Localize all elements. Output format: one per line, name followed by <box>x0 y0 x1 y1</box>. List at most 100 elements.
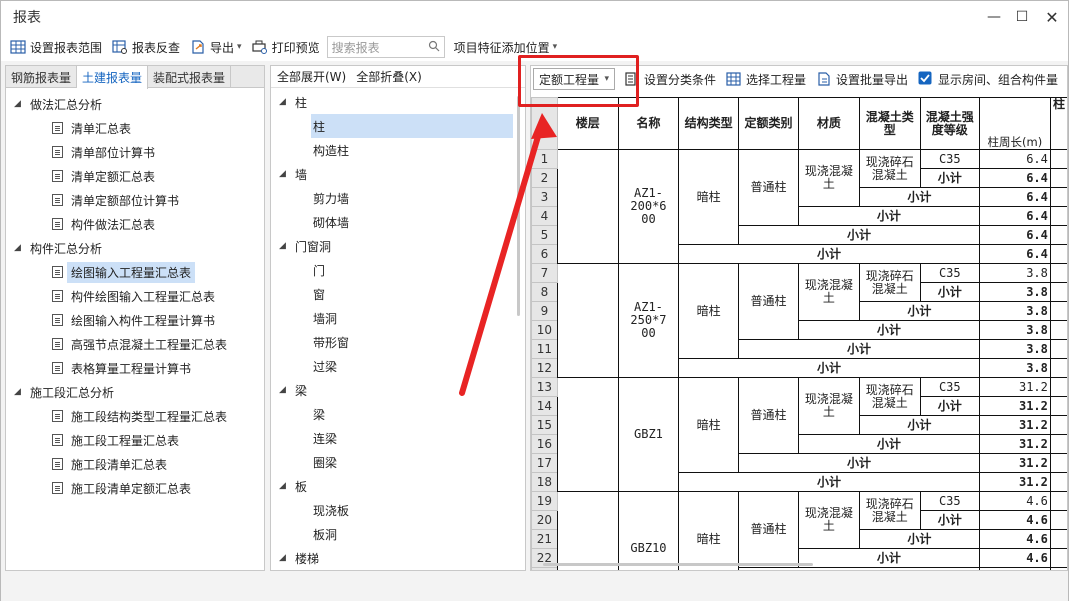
row-number[interactable]: 18 <box>531 472 558 492</box>
table-row[interactable]: 13 GBZ1 暗柱 普通柱 现浇混凝土现浇碎石 混凝土 C35 31.2 <box>531 377 1067 492</box>
grid-cell[interactable] <box>1049 377 1067 397</box>
grid-cell[interactable] <box>1049 510 1067 530</box>
tree-item-selected[interactable]: 绘图输入工程量汇总表 <box>6 260 264 284</box>
grid-cell[interactable] <box>1049 567 1067 570</box>
grid-cell[interactable] <box>1049 244 1067 264</box>
row-number[interactable]: 20 <box>531 510 558 530</box>
tree-subitem[interactable]: 墙洞 <box>271 306 525 330</box>
tree-item[interactable]: 表格算量工程量计算书 <box>6 356 264 380</box>
row-number[interactable]: 21 <box>531 529 558 549</box>
subtotal-cell[interactable]: 小计 <box>858 415 980 435</box>
value-cell[interactable]: 31.2 <box>978 377 1051 397</box>
tree-item[interactable]: 清单汇总表 <box>6 116 264 140</box>
tree-item[interactable]: 绘图输入构件工程量计算书 <box>6 308 264 332</box>
grid-cell[interactable] <box>1049 187 1067 207</box>
subtotal-cell[interactable]: 小计 <box>678 244 980 264</box>
struct-type-cell[interactable]: 暗柱 <box>678 149 740 245</box>
grid-cell[interactable] <box>1049 320 1067 340</box>
row-number[interactable]: 10 <box>531 320 558 340</box>
subtotal-cell[interactable]: 小计 <box>919 168 980 188</box>
material-cell[interactable]: 现浇混凝土 <box>797 263 860 321</box>
subtotal-cell[interactable]: 小计 <box>858 301 980 321</box>
grid-cell[interactable] <box>1049 415 1067 435</box>
tab-civil-report[interactable]: 土建报表量 <box>77 66 149 89</box>
tree-subitem[interactable]: 带形窗 <box>271 330 525 354</box>
grid-cell[interactable] <box>1049 225 1067 245</box>
collapse-triangle-icon[interactable]: ◢ <box>14 387 30 397</box>
tree-category[interactable]: ◢ 板 <box>271 474 525 498</box>
grid-cell[interactable] <box>1049 548 1067 568</box>
quota-type-cell[interactable]: 普通柱 <box>738 149 799 226</box>
column-header[interactable]: 定额类别 <box>738 97 799 150</box>
tree-item[interactable]: 清单部位计算书 <box>6 140 264 164</box>
tree-item[interactable]: 施工段工程量汇总表 <box>6 428 264 452</box>
grid-cell[interactable] <box>1049 168 1067 188</box>
subtotal-cell[interactable]: 小计 <box>678 358 980 378</box>
grid-cell[interactable] <box>1049 358 1067 378</box>
tree-subitem[interactable]: 门 <box>271 258 525 282</box>
tree-item[interactable]: 构件做法汇总表 <box>6 212 264 236</box>
tree-subitem[interactable]: 圈梁 <box>271 450 525 474</box>
collapse-triangle-icon[interactable]: ◢ <box>279 553 295 563</box>
grid-cell[interactable] <box>1049 339 1067 359</box>
subtotal-cell[interactable]: 小计 <box>858 187 980 207</box>
row-number[interactable]: 1 <box>531 149 558 169</box>
struct-type-cell[interactable]: 暗柱 <box>678 491 740 570</box>
row-number[interactable]: 12 <box>531 358 558 378</box>
tree-item[interactable]: 清单定额汇总表 <box>6 164 264 188</box>
floor-cell[interactable] <box>556 377 619 492</box>
grid-cell[interactable] <box>1049 396 1067 416</box>
subtotal-cell[interactable]: 小计 <box>858 529 980 549</box>
floor-cell[interactable] <box>556 263 619 378</box>
tree-category[interactable]: ◢ 墙 <box>271 162 525 186</box>
grade-cell[interactable]: C35 <box>919 149 980 169</box>
tree-item[interactable]: 施工段清单汇总表 <box>6 452 264 476</box>
material-cell[interactable]: 现浇混凝土 <box>797 149 860 207</box>
value-cell[interactable]: 4.6 <box>978 567 1051 570</box>
table-row[interactable]: 1 AZ1-200*6 00 暗柱 普通柱 现浇混凝土现浇碎石 混凝土 C35 6.4 <box>531 149 1067 264</box>
grid-cell[interactable] <box>1049 453 1067 473</box>
subtotal-cell[interactable]: 小计 <box>678 472 980 492</box>
value-cell[interactable]: 4.6 <box>978 548 1051 568</box>
subtotal-cell[interactable]: 小计 <box>738 225 980 245</box>
material-cell[interactable]: 现浇混凝土 <box>797 491 860 549</box>
grid-cell[interactable] <box>1049 301 1067 321</box>
value-cell[interactable]: 6.4 <box>978 168 1051 188</box>
subtotal-cell[interactable]: 小计 <box>919 396 980 416</box>
name-cell[interactable]: GBZ1 <box>617 377 680 492</box>
row-number[interactable]: 15 <box>531 415 558 435</box>
choose-quantity-button[interactable]: 选择工程量 <box>723 67 809 91</box>
concrete-type-cell[interactable]: 现浇碎石 混凝土 <box>858 149 921 188</box>
export-button[interactable]: 导出 ▾ <box>187 35 245 59</box>
grid-cell[interactable] <box>1049 434 1067 454</box>
concrete-type-cell[interactable]: 现浇碎石 混凝土 <box>858 491 921 530</box>
row-number[interactable]: 23 <box>531 567 558 570</box>
subtotal-cell[interactable]: 小计 <box>738 339 980 359</box>
grid-cell[interactable] <box>1049 282 1067 302</box>
value-cell[interactable]: 4.6 <box>978 510 1051 530</box>
value-cell[interactable]: 3.8 <box>978 320 1051 340</box>
expand-all-button[interactable]: 全部展开(W) <box>277 68 346 85</box>
row-number[interactable]: 3 <box>531 187 558 207</box>
search-icon[interactable] <box>428 40 440 55</box>
grid-cell[interactable] <box>1049 263 1067 283</box>
subtotal-cell[interactable]: 小计 <box>797 320 980 340</box>
subtotal-cell[interactable]: 小计 <box>797 434 980 454</box>
tree-group-segment-summary[interactable]: ◢ 施工段汇总分析 <box>6 380 264 404</box>
quota-type-cell[interactable]: 普通柱 <box>738 377 799 454</box>
maximize-icon[interactable]: ☐ <box>1005 1 1039 33</box>
tree-item[interactable]: 构件绘图输入工程量汇总表 <box>6 284 264 308</box>
value-cell[interactable]: 4.6 <box>978 529 1051 549</box>
table-row[interactable]: 19 GBZ10 暗柱 普通柱 现浇混凝土现浇碎石 混凝土 C35 4.6 <box>531 491 1067 570</box>
grid-cell[interactable] <box>1049 472 1067 492</box>
collapse-triangle-icon[interactable]: ◢ <box>279 385 295 395</box>
tree-item[interactable]: 施工段清单定额汇总表 <box>6 476 264 500</box>
column-header[interactable]: 材质 <box>797 97 860 150</box>
grade-cell[interactable]: C35 <box>919 491 980 511</box>
vertical-scrollbar[interactable] <box>517 96 520 316</box>
horizontal-scrollbar[interactable] <box>543 563 813 566</box>
grade-cell[interactable]: C35 <box>919 263 980 283</box>
subtotal-cell[interactable]: 小计 <box>738 453 980 473</box>
tree-item[interactable]: 施工段结构类型工程量汇总表 <box>6 404 264 428</box>
row-number[interactable]: 16 <box>531 434 558 454</box>
